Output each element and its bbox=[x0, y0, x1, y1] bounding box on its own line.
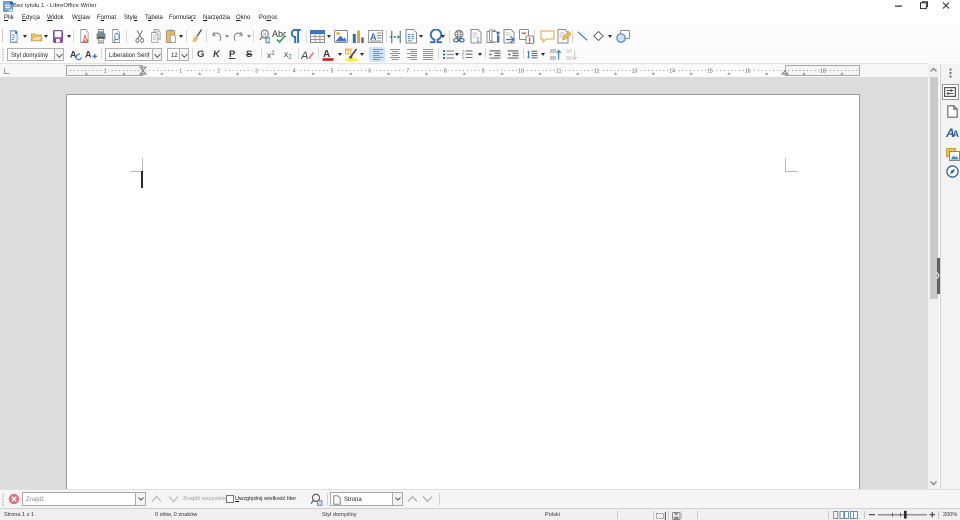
svg-text:3.: 3. bbox=[462, 56, 465, 59]
svg-text:10: 10 bbox=[518, 69, 524, 75]
svg-text:9: 9 bbox=[482, 69, 485, 75]
svg-text:12: 12 bbox=[594, 69, 600, 75]
svg-text:1: 1 bbox=[179, 69, 182, 75]
svg-text:3: 3 bbox=[255, 69, 258, 75]
svg-text:5: 5 bbox=[331, 69, 334, 75]
svg-text:8: 8 bbox=[444, 69, 447, 75]
svg-text:11: 11 bbox=[556, 69, 561, 75]
svg-text:2: 2 bbox=[217, 69, 220, 75]
svg-text:A: A bbox=[85, 50, 92, 60]
svg-text:18: 18 bbox=[820, 69, 826, 75]
svg-text:1: 1 bbox=[104, 69, 107, 75]
svg-text:6: 6 bbox=[368, 69, 371, 75]
svg-text:7: 7 bbox=[406, 69, 409, 75]
svg-text:15: 15 bbox=[707, 69, 713, 75]
svg-text:16: 16 bbox=[745, 69, 751, 75]
svg-text:4: 4 bbox=[293, 69, 296, 75]
svg-text:14: 14 bbox=[669, 69, 675, 75]
svg-text:A: A bbox=[952, 129, 959, 139]
svg-text:13: 13 bbox=[632, 69, 638, 75]
svg-text:A: A bbox=[301, 50, 308, 61]
